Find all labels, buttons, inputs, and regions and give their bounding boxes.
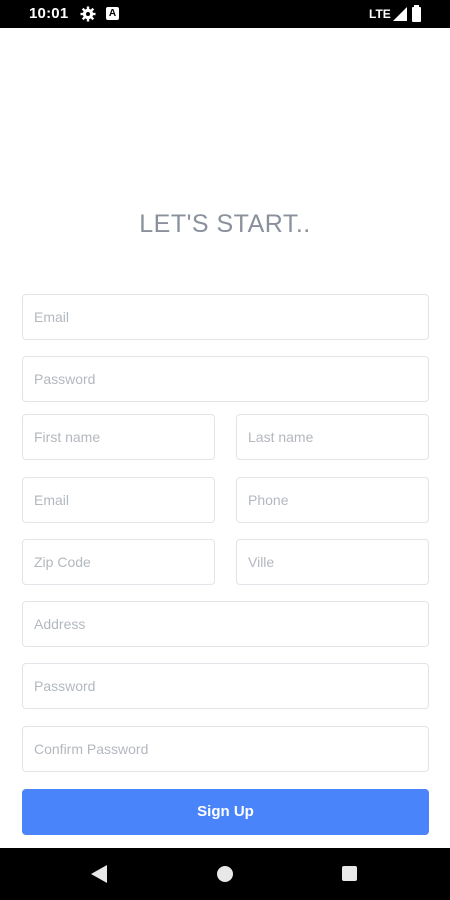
secondary-email-field[interactable] (22, 477, 215, 523)
secondary-email-input[interactable] (23, 478, 214, 522)
network-type: LTE (369, 7, 391, 21)
phone-input[interactable] (237, 478, 428, 522)
first-name-input[interactable] (23, 415, 214, 459)
battery-icon (412, 5, 421, 22)
phone-field[interactable] (236, 477, 429, 523)
email-input[interactable] (23, 295, 428, 339)
last-name-input[interactable] (237, 415, 428, 459)
last-name-field[interactable] (236, 414, 429, 460)
confirm-password-input[interactable] (23, 727, 428, 771)
sign-up-button[interactable]: Sign Up (22, 789, 429, 835)
home-icon[interactable] (217, 866, 233, 882)
confirm-password-field[interactable] (22, 726, 429, 772)
password-repeat-field[interactable] (22, 663, 429, 709)
recent-apps-icon[interactable] (342, 866, 357, 881)
email-field[interactable] (22, 294, 429, 340)
status-bar: 10:01 A LTE (0, 0, 450, 28)
city-field[interactable] (236, 539, 429, 585)
zip-code-field[interactable] (22, 539, 215, 585)
signal-icon (393, 7, 407, 21)
zip-code-input[interactable] (23, 540, 214, 584)
city-input[interactable] (237, 540, 428, 584)
first-name-field[interactable] (22, 414, 215, 460)
a-notification-icon: A (106, 7, 119, 20)
password-field[interactable] (22, 356, 429, 402)
password-repeat-input[interactable] (23, 664, 428, 708)
address-field[interactable] (22, 601, 429, 647)
page-title: LET'S START.. (139, 210, 311, 238)
navigation-bar (0, 848, 450, 900)
back-icon[interactable] (91, 865, 107, 883)
settings-gear-icon (80, 6, 96, 22)
password-input[interactable] (23, 357, 428, 401)
status-time: 10:01 (29, 5, 69, 22)
address-input[interactable] (23, 602, 428, 646)
